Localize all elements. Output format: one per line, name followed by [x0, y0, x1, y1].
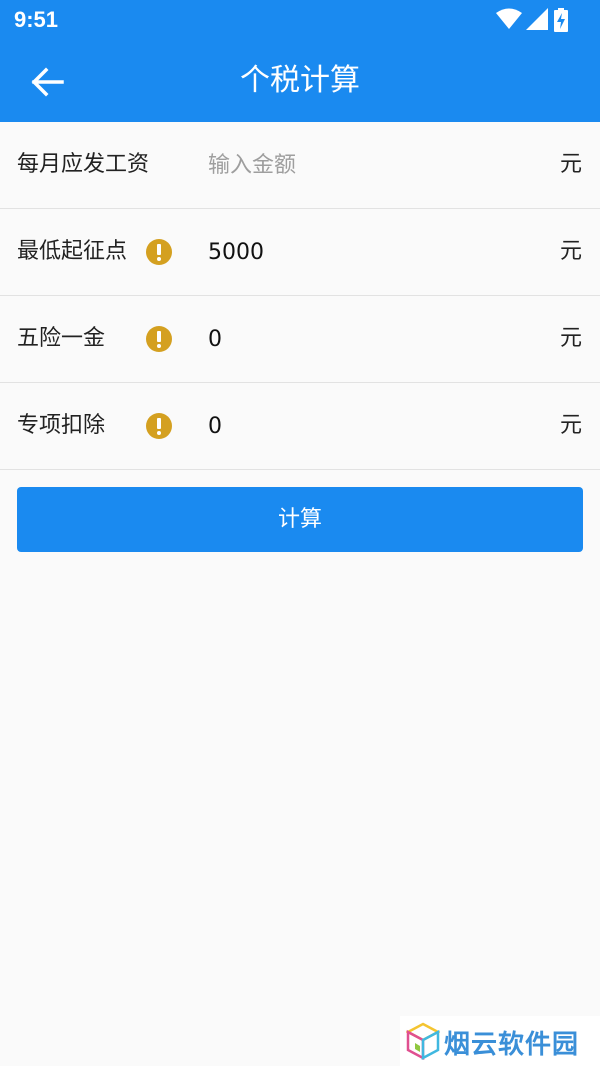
signal-icon: [526, 8, 548, 30]
watermark-text: 烟云软件园: [444, 1030, 580, 1060]
app-bar: 个税计算: [0, 40, 600, 122]
row-label: 五险一金: [17, 326, 106, 351]
tax-form: 每月应发工资 元 最低起征点 元 五险一金 元 专项扣除 元: [0, 122, 600, 470]
row-unit: 元: [559, 239, 582, 264]
tax-threshold-input[interactable]: [208, 231, 528, 273]
battery-charging-icon: [554, 8, 568, 32]
cube-logo-icon: [406, 1022, 440, 1060]
form-row-special-deduction: 专项扣除 元: [0, 383, 600, 470]
row-label: 最低起征点: [17, 239, 128, 264]
form-row-monthly-salary: 每月应发工资 元: [0, 122, 600, 209]
back-button[interactable]: [20, 54, 76, 110]
info-icon[interactable]: [146, 239, 172, 265]
status-time: 9:51: [14, 7, 59, 32]
social-insurance-input[interactable]: [208, 318, 528, 360]
calculate-button[interactable]: 计算: [17, 487, 583, 552]
special-deduction-input[interactable]: [208, 405, 528, 447]
form-row-tax-threshold: 最低起征点 元: [0, 209, 600, 296]
row-label: 专项扣除: [17, 413, 106, 438]
row-unit: 元: [559, 413, 582, 438]
row-label: 每月应发工资: [17, 152, 150, 177]
info-icon[interactable]: [146, 326, 172, 352]
watermark: 烟云软件园: [400, 1016, 600, 1066]
page-title: 个税计算: [240, 63, 360, 98]
row-unit: 元: [559, 326, 582, 351]
status-bar: 9:51: [0, 0, 600, 40]
monthly-salary-input[interactable]: [208, 144, 528, 186]
info-icon[interactable]: [146, 413, 172, 439]
wifi-icon: [496, 8, 522, 29]
arrow-left-icon: [31, 67, 64, 97]
row-unit: 元: [559, 152, 582, 177]
form-row-social-insurance: 五险一金 元: [0, 296, 600, 383]
